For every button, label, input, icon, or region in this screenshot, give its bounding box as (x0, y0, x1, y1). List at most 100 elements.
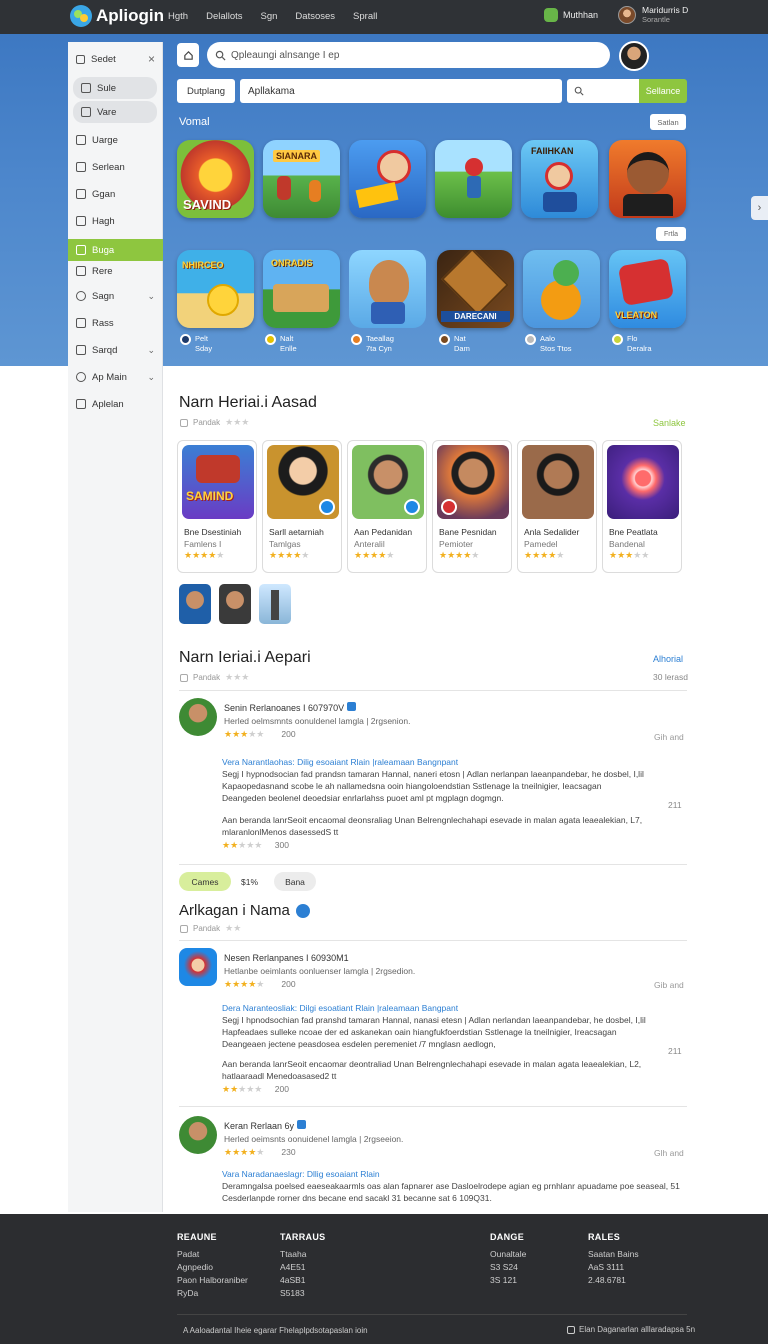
tag-chip[interactable]: Bana (274, 872, 316, 891)
list-icon (81, 83, 91, 93)
footer-link[interactable]: Ounaltale (490, 1248, 526, 1261)
footer-link[interactable]: 2.48.6781 (588, 1274, 639, 1287)
tile-title: DARECANI (441, 311, 510, 322)
sidebar: Sedet × Sule Vare Uarge Serlean Ggan Hag… (68, 42, 163, 1212)
footer-link[interactable]: Saatan Bains (588, 1248, 639, 1261)
app-tile[interactable]: VLEATON (609, 250, 686, 328)
sidebar-item-active[interactable]: Buga (68, 239, 163, 261)
filter-dropdown[interactable]: Dutplang (177, 79, 235, 103)
row2-chip-label: Frtla (664, 230, 678, 238)
card-art (522, 445, 594, 519)
footer-link[interactable]: A4E51 (280, 1261, 325, 1274)
footer-link[interactable]: Agnpedio (177, 1261, 248, 1274)
app-tile[interactable] (609, 140, 686, 218)
see-all-link[interactable]: Alhorial (653, 654, 683, 664)
footer-link[interactable]: AaS 3111 (588, 1261, 639, 1274)
sidebar-item[interactable]: Sule (73, 77, 157, 99)
sidebar-item[interactable]: Vare (73, 101, 157, 123)
user-menu[interactable]: Maridurris D Sorantle (618, 5, 688, 25)
hero-chip[interactable]: Satlan (650, 114, 686, 130)
app-tile[interactable] (435, 140, 512, 218)
footer-link[interactable]: 4aSB1 (280, 1274, 325, 1287)
close-icon[interactable]: × (148, 52, 155, 66)
see-all-link[interactable]: Sanlake (653, 418, 686, 428)
app-tile[interactable] (349, 140, 426, 218)
sidebar-item[interactable]: Hagh (68, 210, 163, 232)
rating-stars: ★★★★★ (224, 979, 265, 989)
document-icon (76, 399, 86, 409)
app-card[interactable]: SAMIND Bne Dsestiniah Famlens I ★★★★★ (177, 440, 257, 573)
app-logo[interactable]: Apliogin (68, 3, 164, 29)
row2-chip[interactable]: Frtla (656, 227, 686, 241)
sidebar-item[interactable]: Ggan (68, 183, 163, 205)
app-tile[interactable]: NHIRCEO (177, 250, 254, 328)
secondary-search[interactable] (567, 79, 639, 103)
footer-column: REAUNE Padat Agnpedio Paon Halboraniber … (177, 1232, 248, 1300)
app-tile[interactable] (349, 250, 426, 328)
app-card[interactable]: Anla Sedalider Pamedel ★★★★★ (517, 440, 597, 573)
thumbnail[interactable] (219, 584, 251, 624)
sidebar-item[interactable]: Serlean (68, 156, 163, 178)
footer-column: DANGE Ounaltale S3 S24 3S 121 (490, 1232, 527, 1287)
nav-item[interactable]: Delallots (206, 11, 242, 22)
footer-column: TARRAUS Ttaaha A4E51 4aSB1 S5183 (280, 1232, 326, 1300)
user-sub: Sorantle (642, 15, 670, 24)
tag-icon (76, 162, 86, 172)
grid-icon (180, 673, 188, 682)
thumbnail[interactable] (259, 584, 291, 624)
grid-icon (76, 245, 86, 255)
footer-link[interactable]: Padat (177, 1248, 248, 1261)
reviewer-avatar[interactable] (179, 1116, 217, 1154)
app-card[interactable]: Sarll aetarniah Tamlgas ★★★★★ (262, 440, 342, 573)
footer-link[interactable]: Paon Halboraniber (177, 1274, 248, 1287)
nav-item[interactable]: Sprall (353, 11, 377, 22)
search-icon (76, 291, 86, 301)
info-icon[interactable] (295, 903, 310, 918)
search-bar[interactable]: Qpleaungi alnsange I ep (207, 42, 610, 68)
section-title: Narn Heriai.i Aasad (179, 394, 317, 411)
nav-item[interactable]: Hgth (168, 11, 188, 22)
sidebar-item[interactable]: Sarqd ⌄ (68, 339, 163, 361)
home-button[interactable] (177, 43, 199, 67)
app-tile[interactable]: DARECANI (437, 250, 514, 328)
sidebar-item[interactable]: Rass (68, 312, 163, 334)
sidebar-item[interactable]: Ap Main ⌄ (68, 366, 163, 388)
app-card[interactable]: Bane Pesnidan Pemioter ★★★★★ (432, 440, 512, 573)
app-card[interactable]: Aan Pedanidan Anteralil ★★★★★ (347, 440, 427, 573)
filter-input[interactable]: Apllakama (240, 79, 562, 103)
carousel-next-button[interactable]: › (751, 196, 768, 220)
top-right-app[interactable]: Muthhan (544, 8, 598, 22)
app-tile[interactable]: SAVIND (177, 140, 254, 218)
sidebar-item[interactable]: Sagn ⌄ (68, 285, 163, 307)
search-submit-button[interactable]: Sellance (639, 79, 687, 103)
search-input[interactable]: Qpleaungi alnsange I ep (231, 50, 339, 61)
footer-link[interactable]: Ttaaha (280, 1248, 325, 1261)
nav-item[interactable]: Datsoses (295, 11, 335, 22)
app-tile[interactable]: SIANARA (263, 140, 340, 218)
footer-link[interactable]: RyDa (177, 1287, 248, 1300)
search-submit-label: Sellance (645, 86, 681, 96)
nav-item[interactable]: Sgn (261, 11, 278, 22)
sidebar-item[interactable]: Rere (68, 260, 163, 282)
review-body: Vara Naradanaeslagr: Dllig esoaiant Rlai… (222, 1169, 680, 1203)
review-num: 211 (668, 1046, 682, 1056)
reviewer-avatar[interactable] (179, 698, 217, 736)
sidebar-title: Sedet (91, 53, 116, 65)
reviewer-avatar[interactable] (179, 948, 217, 986)
app-tile[interactable]: FAIIHKAN (521, 140, 598, 218)
header-avatar[interactable] (619, 41, 649, 71)
caption-icon (351, 334, 362, 345)
tile-caption: Taeallag 7ta Cyn (351, 334, 394, 354)
thumbnail[interactable] (179, 584, 211, 624)
footer-link[interactable]: S3 S24 (490, 1261, 526, 1274)
tile-caption: Pelt Sday (180, 334, 212, 354)
footer-link[interactable]: 3S 121 (490, 1274, 526, 1287)
footer-link[interactable]: S5183 (280, 1287, 325, 1300)
sidebar-item[interactable]: Uarge (68, 129, 163, 151)
app-tile[interactable]: ONRADIS (263, 250, 340, 328)
rating-stars: ★★★★★ (224, 1147, 265, 1157)
sidebar-item[interactable]: Aplelan (68, 393, 163, 415)
app-tile[interactable] (523, 250, 600, 328)
tag-chip[interactable]: Cames (179, 872, 231, 891)
app-card[interactable]: Bne Peatlata Bandenal ★★★★★ (602, 440, 682, 573)
